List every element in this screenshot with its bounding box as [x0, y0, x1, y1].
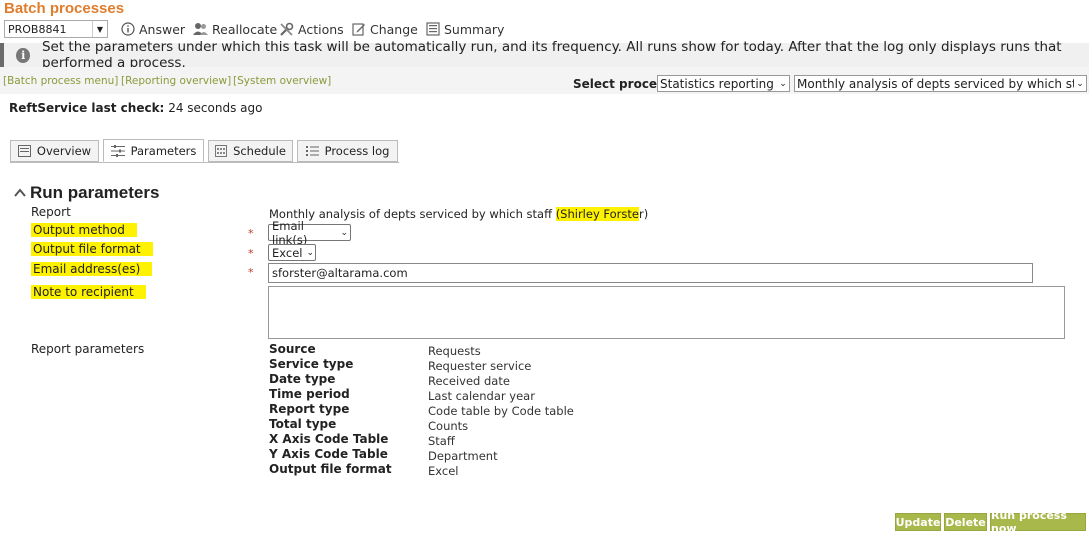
chevron-down-icon: ⌄ [306, 247, 315, 258]
answer-button[interactable]: Answer [121, 20, 185, 38]
param-value: Excel [428, 464, 459, 478]
list-icon [305, 146, 319, 156]
tab-process-log-label: Process log [324, 144, 390, 158]
change-label: Change [370, 21, 418, 37]
actions-label: Actions [298, 21, 344, 37]
param-value: Counts [428, 419, 469, 433]
last-check-value: 24 seconds ago [168, 101, 263, 115]
report-owner: (Shirley Forste [555, 207, 639, 221]
output-method-label-text: Output method [31, 223, 137, 237]
required-marker: * [248, 227, 254, 240]
tab-process-log[interactable]: Process log [297, 140, 398, 162]
param-key: Report type [269, 402, 350, 416]
service-last-check: ReftService last check: 24 seconds ago [9, 101, 262, 115]
param-key: Date type [269, 372, 336, 386]
param-key: X Axis Code Table [269, 432, 389, 446]
tools-icon [280, 22, 294, 36]
process-category-value: Statistics reporting [660, 76, 774, 91]
actions-button[interactable]: Actions [279, 20, 344, 38]
output-file-format-select[interactable]: Excel ⌄ [268, 244, 316, 261]
tab-divider [10, 162, 399, 163]
report-owner-end: r) [638, 207, 649, 221]
info-circle-icon [121, 22, 135, 36]
chevron-down-icon[interactable]: ▼ [92, 21, 107, 37]
note-label-text: Note to recipient [31, 285, 146, 299]
chevron-down-icon: ⌄ [340, 227, 348, 238]
batch-process-menu-link[interactable]: [Batch process menu] [3, 75, 118, 87]
summary-label: Summary [444, 21, 505, 37]
email-field[interactable]: sforster@altarama.com [268, 263, 1033, 283]
problem-combo[interactable]: PROB8841 ▼ [4, 20, 108, 38]
param-value: Last calendar year [428, 389, 535, 403]
output-method-select[interactable]: Email link(s) ⌄ [268, 219, 351, 247]
problem-combo-value: PROB8841 [8, 22, 67, 36]
param-value: Requests [428, 344, 481, 358]
param-key: Time period [269, 387, 350, 401]
reallocate-label: Reallocate [212, 21, 278, 37]
param-value: Code table by Code table [428, 404, 574, 418]
output-file-format-label: Output file format [31, 242, 153, 256]
note-textarea[interactable] [268, 286, 1065, 339]
output-method-value: Email link(s) [272, 218, 308, 247]
section-header[interactable]: Run parameters [14, 183, 159, 203]
param-value: Requester service [428, 359, 532, 373]
overview-icon [17, 145, 31, 157]
email-label-text: Email address(es) [31, 262, 153, 276]
change-button[interactable]: Change [352, 20, 418, 38]
section-title: Run parameters [30, 183, 160, 202]
report-parameters-label: Report parameters [31, 342, 145, 356]
param-key: Y Axis Code Table [269, 447, 388, 461]
chevron-down-icon: ⌄ [779, 78, 787, 89]
chevron-down-icon: ⌄ [1076, 78, 1084, 89]
tab-schedule[interactable]: Schedule [208, 140, 293, 162]
reporting-overview-link[interactable]: [Reporting overview] [121, 75, 231, 87]
param-key: Source [269, 342, 316, 356]
system-overview-link[interactable]: [System overview] [233, 75, 331, 87]
output-format-label-text: Output file format [31, 242, 153, 256]
param-value: Staff [428, 434, 455, 448]
param-value: Department [428, 449, 498, 463]
summary-button[interactable]: Summary [426, 20, 504, 38]
answer-label: Answer [139, 21, 186, 37]
tab-parameters-label: Parameters [130, 143, 197, 158]
users-icon [193, 23, 208, 35]
process-value: Monthly analysis of depts serviced by wh… [797, 76, 1074, 91]
process-select[interactable]: Monthly analysis of depts serviced by wh… [794, 75, 1087, 92]
param-key: Service type [269, 357, 354, 371]
param-value: Received date [428, 374, 510, 388]
page-title: Batch processes [4, 0, 125, 17]
tab-overview[interactable]: Overview [10, 140, 99, 162]
info-banner: i Set the parameters under which this ta… [0, 39, 1089, 71]
required-marker: * [248, 266, 254, 279]
output-method-label: Output method [31, 223, 137, 237]
update-button[interactable]: Update [895, 513, 941, 531]
last-check-label: ReftService last check: [9, 101, 165, 115]
delete-button[interactable]: Delete [944, 513, 987, 531]
chevron-up-icon[interactable] [14, 188, 26, 198]
process-category-select[interactable]: Statistics reporting ⌄ [657, 75, 790, 92]
info-icon: i [16, 47, 30, 63]
run-process-now-button[interactable]: Run process now [990, 509, 1086, 535]
note-label: Note to recipient [31, 285, 146, 299]
tab-overview-label: Overview [36, 144, 92, 158]
tab-schedule-label: Schedule [233, 144, 286, 158]
calendar-icon [215, 145, 228, 157]
required-marker: * [248, 247, 254, 260]
param-key: Total type [269, 417, 337, 431]
reallocate-button[interactable]: Reallocate [193, 20, 277, 38]
tab-parameters[interactable]: Parameters [103, 139, 204, 162]
email-label: Email address(es) [31, 262, 153, 276]
param-key: Output file format [269, 462, 392, 476]
output-format-value: Excel [272, 245, 303, 260]
report-label: Report [31, 205, 71, 219]
edit-icon [352, 23, 365, 36]
info-banner-accent [0, 43, 5, 67]
document-icon [426, 22, 440, 36]
sliders-icon [110, 144, 125, 157]
